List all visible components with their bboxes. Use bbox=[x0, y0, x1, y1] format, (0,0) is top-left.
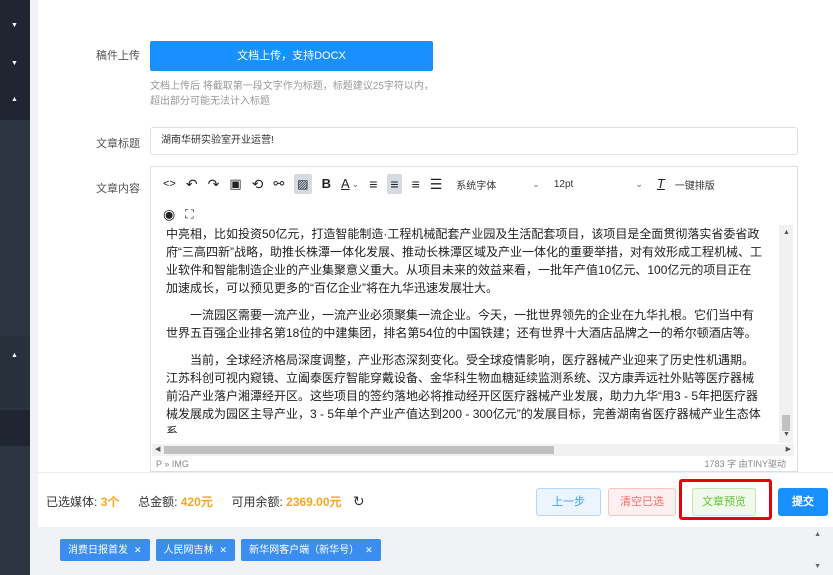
link-icon[interactable]: ⚯ bbox=[273, 174, 284, 194]
editor-content[interactable]: 中亮相，比如投资50亿元，打造智能制造·工程机械配套产业园及生活配套项目，该项目… bbox=[152, 225, 776, 433]
balance-amount: 2369.00元 bbox=[286, 495, 342, 509]
font-family-select[interactable]: 系统字体 bbox=[456, 177, 496, 192]
caret-up-icon[interactable]: ▲ bbox=[11, 96, 18, 103]
selection-summary: 已选媒体: 3个 总金额: 420元 可用余额: 2369.00元 ↻ bbox=[46, 493, 365, 510]
bold-icon[interactable]: B bbox=[322, 174, 331, 194]
scroll-right-icon[interactable]: ▶ bbox=[786, 445, 791, 453]
sidebar-section bbox=[0, 336, 30, 408]
article-paragraph: 中亮相，比如投资50亿元，打造智能制造·工程机械配套产业园及生活配套项目，该项目… bbox=[166, 227, 762, 295]
scroll-up-icon[interactable]: ▲ bbox=[783, 229, 790, 236]
upload-hint: 文档上传后 将截取第一段文字作为标题，标题建议25字符以内，超出部分可能无法计入… bbox=[150, 81, 434, 107]
rich-text-editor: <> ↶ ↷ ▣ ⟲ ⚯ ▨ B A ⌄ ≡ ≡ ≡ ☰ 系统字体 ⌄ 12pt… bbox=[150, 166, 798, 472]
prev-step-button[interactable]: 上一步 bbox=[536, 488, 601, 516]
media-tag-label: 消费日报首发 bbox=[68, 545, 128, 556]
upload-label: 稿件上传 bbox=[96, 50, 140, 62]
media-count: 3个 bbox=[100, 495, 120, 509]
caret-down-icon[interactable]: ▼ bbox=[11, 60, 18, 67]
clear-selected-button[interactable]: 清空已选 bbox=[608, 488, 676, 516]
editor-toolbar-row2: ◉ ⛶ bbox=[163, 203, 204, 225]
scroll-down-icon[interactable]: ▼ bbox=[783, 431, 790, 438]
redo-icon[interactable]: ↷ bbox=[208, 174, 220, 194]
chevron-down-icon[interactable]: ⌄ bbox=[352, 174, 360, 194]
paste-icon[interactable]: ▣ bbox=[229, 174, 241, 194]
align-left-icon[interactable]: ≡ bbox=[369, 174, 377, 194]
caret-up-icon[interactable]: ▲ bbox=[11, 352, 18, 359]
code-icon[interactable]: <> bbox=[163, 174, 176, 194]
media-tag[interactable]: 人民网吉林 ✕ bbox=[155, 539, 236, 561]
media-tag[interactable]: 新华网客户端（新华号） ✕ bbox=[241, 539, 381, 561]
refresh-icon[interactable]: ↻ bbox=[353, 493, 365, 509]
one-click-layout-button[interactable]: 一键排版 bbox=[675, 177, 715, 192]
selected-media-tags: 消费日报首发 ✕ 人民网吉林 ✕ 新华网客户端（新华号） ✕ ▲ ▼ bbox=[38, 527, 833, 575]
justify-icon[interactable]: ☰ bbox=[430, 174, 443, 194]
undo-icon[interactable]: ↶ bbox=[186, 174, 198, 194]
chevron-down-icon[interactable]: ⌄ bbox=[532, 179, 540, 190]
scroll-down-icon[interactable]: ▼ bbox=[814, 563, 821, 570]
scrollbar-thumb[interactable] bbox=[164, 446, 554, 454]
image-icon[interactable]: ▨ bbox=[294, 174, 312, 194]
font-size-select[interactable]: 12pt bbox=[554, 179, 573, 190]
preview-eye-icon[interactable]: ◉ bbox=[163, 206, 175, 223]
balance-label: 可用余额: bbox=[231, 495, 283, 509]
close-icon[interactable]: ✕ bbox=[365, 545, 373, 555]
article-paragraph: 当前，全球经济格局深度调整，产业形态深刻变化。受全球疫情影响，医疗器械产业迎来了… bbox=[166, 353, 761, 433]
sidebar: ▼ ▼ ▲ ▲ bbox=[0, 0, 30, 575]
caret-down-icon[interactable]: ▼ bbox=[11, 22, 18, 29]
total-label: 总金额: bbox=[138, 495, 178, 509]
media-tag[interactable]: 消费日报首发 ✕ bbox=[60, 539, 150, 561]
scroll-up-icon[interactable]: ▲ bbox=[814, 531, 821, 538]
fullscreen-icon[interactable]: ⛶ bbox=[185, 207, 193, 222]
horizontal-scrollbar[interactable]: ◀ ▶ bbox=[152, 444, 794, 456]
sidebar-section bbox=[0, 410, 30, 446]
editor-statusbar: P » IMG 1783 字 由TINY驱动 bbox=[152, 457, 794, 471]
editor-toolbar: <> ↶ ↷ ▣ ⟲ ⚯ ▨ B A ⌄ ≡ ≡ ≡ ☰ 系统字体 ⌄ 12pt… bbox=[151, 167, 797, 201]
word-count: 1783 字 由TINY驱动 bbox=[704, 459, 786, 469]
media-label: 已选媒体: bbox=[46, 495, 98, 509]
media-tag-label: 新华网客户端（新华号） bbox=[249, 545, 360, 556]
total-amount: 420元 bbox=[180, 495, 213, 509]
close-icon[interactable]: ✕ bbox=[220, 545, 228, 555]
font-color-icon[interactable]: A bbox=[341, 174, 350, 194]
scrollbar-thumb[interactable] bbox=[782, 415, 790, 431]
highlight-box bbox=[679, 479, 772, 520]
gutter bbox=[30, 0, 38, 575]
align-right-icon[interactable]: ≡ bbox=[412, 174, 420, 194]
media-tag-label: 人民网吉林 bbox=[163, 545, 214, 556]
title-label: 文章标题 bbox=[96, 138, 140, 150]
article-paragraph: 一流园区需要一流产业，一流产业必须聚集一流企业。今天，一批世界领先的企业在九华扎… bbox=[166, 308, 757, 340]
clear-format-icon[interactable]: T bbox=[657, 174, 665, 194]
element-path: P » IMG bbox=[156, 459, 189, 469]
history-icon[interactable]: ⟲ bbox=[252, 174, 264, 194]
align-center-icon[interactable]: ≡ bbox=[387, 174, 402, 194]
chevron-down-icon[interactable]: ⌄ bbox=[635, 179, 643, 190]
upload-docx-button[interactable]: 文档上传，支持DOCX bbox=[150, 41, 433, 71]
scroll-left-icon[interactable]: ◀ bbox=[155, 445, 160, 453]
close-icon[interactable]: ✕ bbox=[134, 545, 142, 555]
content-label: 文章内容 bbox=[96, 183, 140, 195]
submit-button[interactable]: 提交 bbox=[778, 488, 828, 516]
vertical-scrollbar[interactable]: ▲ ▼ bbox=[779, 225, 793, 443]
title-input[interactable]: 湖南华研实验室开业运营! bbox=[150, 127, 798, 155]
